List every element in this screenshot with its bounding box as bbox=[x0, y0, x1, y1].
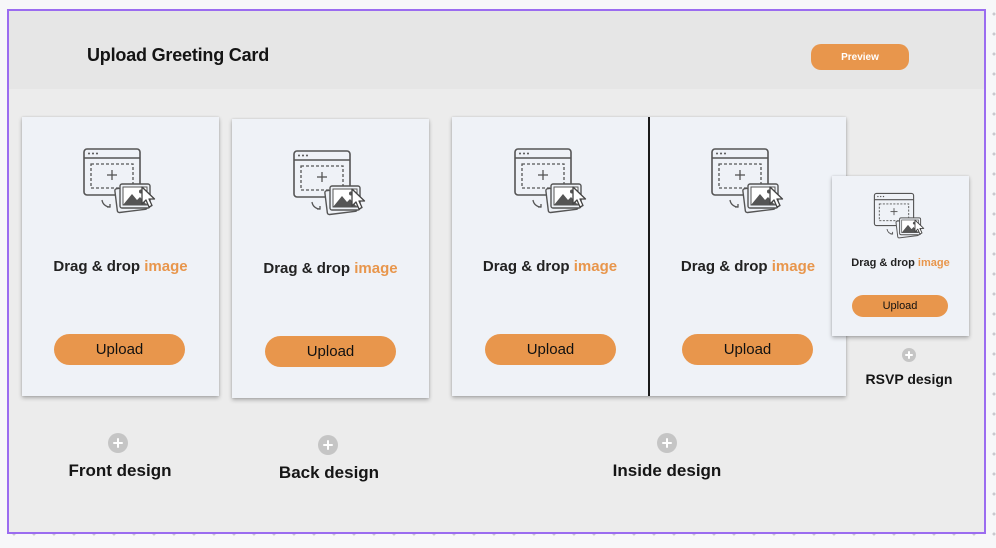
image-upload-icon bbox=[82, 147, 162, 217]
front-design-caption: Front design bbox=[68, 461, 172, 480]
image-upload-icon bbox=[873, 192, 929, 241]
drag-drop-highlight: image bbox=[144, 258, 188, 275]
inside-left-upload-button[interactable]: Upload bbox=[485, 334, 616, 365]
image-upload-icon bbox=[710, 147, 790, 217]
add-rsvp-design-icon[interactable] bbox=[902, 348, 916, 362]
preview-button[interactable]: Preview bbox=[811, 44, 909, 70]
drag-drop-highlight: image bbox=[771, 258, 816, 275]
inside-design-card: Drag & drop image Upload Drag & drop ima… bbox=[452, 117, 846, 396]
drag-drop-label: Drag & drop bbox=[482, 258, 570, 275]
add-front-design-icon[interactable] bbox=[108, 433, 128, 453]
page-title: Upload Greeting Card bbox=[87, 45, 270, 65]
drag-drop-text: Drag & drop image bbox=[232, 260, 429, 277]
drag-drop-label: Drag & drop bbox=[851, 257, 915, 269]
inside-design-caption: Inside design bbox=[612, 461, 722, 480]
drag-drop-text: Drag & drop image bbox=[452, 258, 648, 275]
drag-drop-highlight: image bbox=[917, 257, 950, 269]
add-inside-design-icon[interactable] bbox=[657, 433, 677, 453]
front-upload-button[interactable]: Upload bbox=[54, 334, 185, 365]
header: Upload Greeting Card Preview bbox=[9, 11, 984, 89]
rsvp-design-caption: RSVP design bbox=[865, 371, 953, 387]
drag-drop-highlight: image bbox=[354, 260, 398, 277]
inside-right-upload-button[interactable]: Upload bbox=[682, 334, 813, 365]
rsvp-design-card[interactable]: Drag & drop image Upload bbox=[832, 176, 969, 336]
back-design-card[interactable]: Drag & drop image Upload bbox=[232, 119, 429, 398]
drag-drop-label: Drag & drop bbox=[53, 258, 141, 275]
drag-drop-text: Drag & drop image bbox=[22, 258, 219, 275]
inside-left-panel[interactable]: Drag & drop image Upload bbox=[452, 117, 648, 396]
back-design-caption: Back design bbox=[278, 463, 380, 482]
drag-drop-highlight: image bbox=[573, 258, 618, 275]
drag-drop-text: Drag & drop image bbox=[650, 258, 846, 275]
drag-drop-text: Drag & drop image bbox=[832, 257, 969, 269]
front-design-card[interactable]: Drag & drop image Upload bbox=[22, 117, 219, 396]
app-frame: Upload Greeting Card Preview Drag & drop… bbox=[7, 9, 986, 534]
add-back-design-icon[interactable] bbox=[318, 435, 338, 455]
image-upload-icon bbox=[513, 147, 593, 217]
rsvp-upload-button[interactable]: Upload bbox=[852, 295, 948, 317]
inside-right-panel[interactable]: Drag & drop image Upload bbox=[650, 117, 846, 396]
drag-drop-label: Drag & drop bbox=[263, 260, 351, 277]
drag-drop-label: Drag & drop bbox=[680, 258, 768, 275]
image-upload-icon bbox=[292, 149, 372, 219]
back-upload-button[interactable]: Upload bbox=[265, 336, 396, 367]
